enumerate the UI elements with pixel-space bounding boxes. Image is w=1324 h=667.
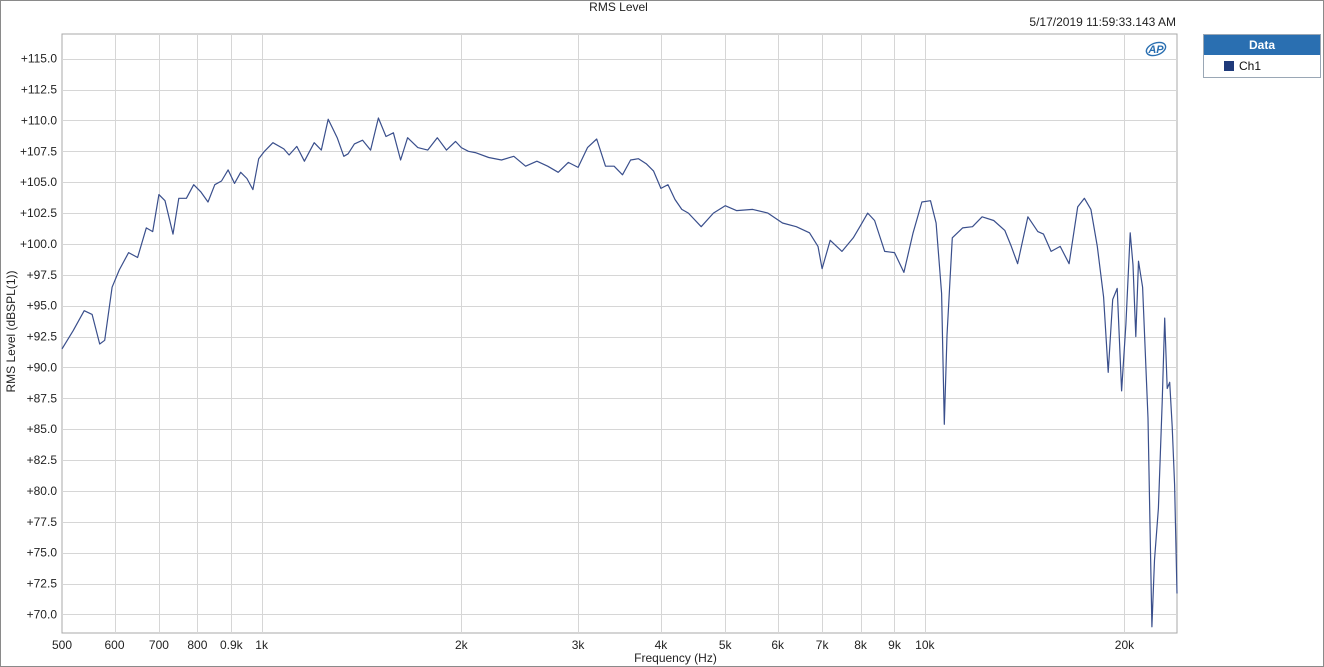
- y-tick-label: +95.0: [27, 299, 58, 313]
- x-tick-label: 6k: [771, 638, 785, 652]
- ap-logo-icon: AP: [1144, 40, 1168, 58]
- y-tick-label: +77.5: [27, 515, 58, 529]
- y-tick-label: +112.5: [21, 83, 57, 97]
- x-tick-label: 8k: [854, 638, 868, 652]
- y-tick-label: +102.5: [20, 206, 57, 220]
- y-tick-label: +90.0: [27, 360, 58, 374]
- y-tick-label: +105.0: [20, 175, 57, 189]
- x-tick-label: 20k: [1115, 638, 1135, 652]
- x-tick-label: 700: [149, 638, 169, 652]
- y-tick-label: +87.5: [27, 391, 58, 405]
- x-tick-label: 10k: [915, 638, 935, 652]
- y-tick-label: +110.0: [21, 113, 57, 127]
- legend-title: Data: [1204, 35, 1320, 55]
- x-tick-label: 800: [187, 638, 207, 652]
- y-tick-label: +70.0: [27, 607, 58, 621]
- y-tick-label: +72.5: [27, 577, 58, 591]
- legend-label: Ch1: [1239, 59, 1262, 73]
- x-tick-label: 7k: [816, 638, 830, 652]
- y-tick-label: +82.5: [27, 453, 58, 467]
- y-tick-label: +85.0: [27, 422, 58, 436]
- x-tick-label: 2k: [455, 638, 469, 652]
- legend: Data Ch1: [1203, 34, 1321, 78]
- y-axis-label: RMS Level (dBSPL(1)): [4, 270, 18, 392]
- y-tick-label: +107.5: [20, 144, 57, 158]
- x-tick-label: 9k: [888, 638, 902, 652]
- x-tick-label: 1k: [255, 638, 269, 652]
- legend-swatch: [1224, 61, 1234, 71]
- x-tick-label: 0.9k: [220, 638, 244, 652]
- x-tick-label: 5k: [719, 638, 733, 652]
- ap-logo-text: AP: [1147, 44, 1164, 56]
- y-tick-label: +115.0: [21, 52, 57, 66]
- chart-canvas: 500 600 700 800 0.9k 1k 2k 3k 4k 5k 6k 7k 8k 9k 10k 20k…: [4, 33, 1178, 665]
- x-tick-label: 600: [104, 638, 124, 652]
- x-tick-label: 500: [52, 638, 72, 652]
- x-tick-label: 3k: [572, 638, 586, 652]
- plot-area: [61, 33, 1178, 634]
- y-tick-label: +100.0: [20, 237, 57, 251]
- y-tick-label: +97.5: [27, 268, 58, 282]
- y-tick-label: +92.5: [27, 330, 58, 344]
- y-tick-label: +80.0: [27, 484, 58, 498]
- y-tick-label: +75.0: [27, 546, 58, 560]
- legend-item-ch1[interactable]: Ch1: [1204, 55, 1320, 77]
- x-tick-label: 4k: [655, 638, 669, 652]
- x-axis-label: Frequency (Hz): [634, 651, 717, 665]
